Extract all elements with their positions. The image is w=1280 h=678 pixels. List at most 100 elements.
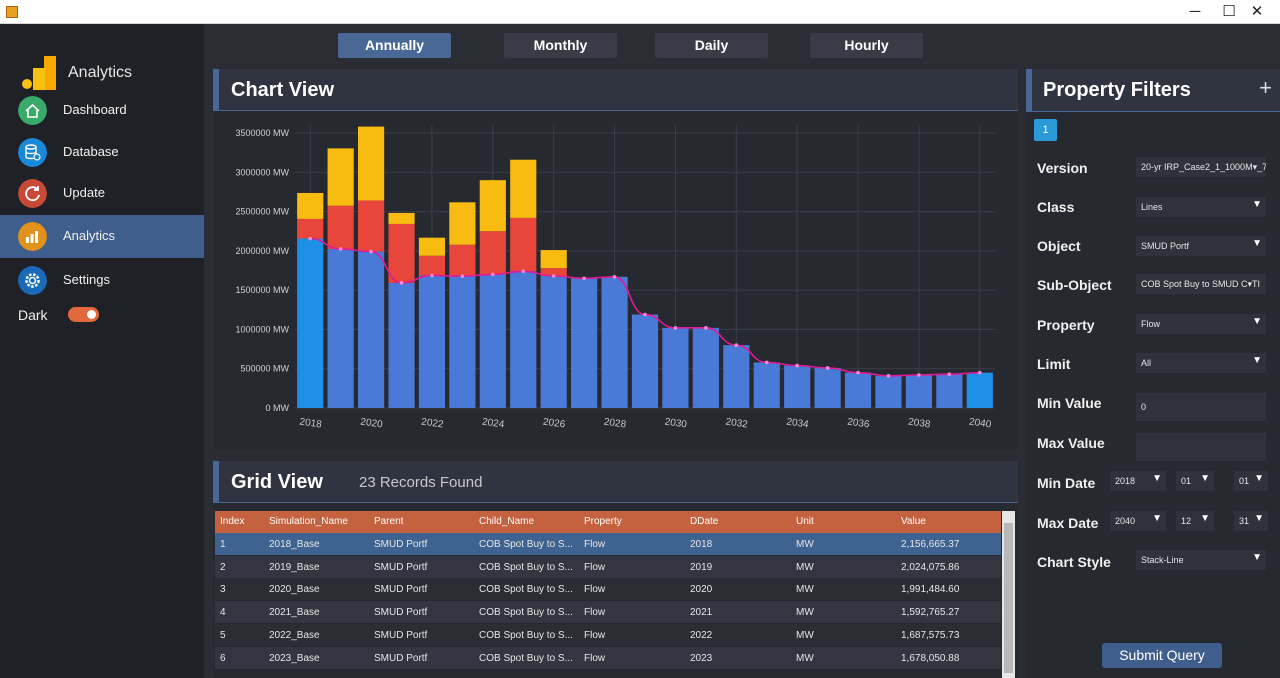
- subobject-select[interactable]: COB Spot Buy to SMUD C▾TI: [1136, 274, 1266, 294]
- property-select[interactable]: Flow ▼: [1136, 314, 1266, 334]
- x-tick-label: 2038: [907, 417, 931, 431]
- line-point: [551, 274, 556, 278]
- table-row[interactable]: 4 2021_Base SMUD Portf COB Spot Buy to S...…: [215, 601, 1001, 624]
- bar-segment: [479, 180, 506, 232]
- bar-segment: [571, 278, 598, 408]
- window-titlebar: ─ ☐ ✕: [0, 0, 1280, 24]
- max-date-day: 31: [1239, 516, 1250, 526]
- table-cell: COB Spot Buy to S...: [479, 652, 573, 664]
- sidebar-item-analytics[interactable]: Analytics: [0, 215, 204, 258]
- table-row[interactable]: 2 2019_Base SMUD Portf COB Spot Buy to S...…: [215, 555, 1001, 578]
- gear-icon: [18, 266, 47, 295]
- max-date-day-select[interactable]: 31 ▼: [1234, 511, 1268, 531]
- line-point: [886, 373, 891, 378]
- chart-panel-title: Chart View: [231, 79, 334, 101]
- sidebar-item-label: Dashboard: [63, 102, 127, 117]
- table-row[interactable]: 1 2018_Base SMUD Portf COB Spot Buy to S...…: [215, 533, 1001, 555]
- tab-hourly[interactable]: Hourly: [810, 33, 923, 58]
- min-value-text: 0: [1141, 402, 1147, 412]
- table-cell: SMUD Portf: [374, 539, 428, 550]
- table-row[interactable]: 6 2023_Base SMUD Portf COB Spot Buy to S...…: [215, 646, 1001, 669]
- bar-segment: [479, 274, 506, 408]
- x-tick-label: 2020: [360, 417, 384, 431]
- sidebar-item-label: Settings: [63, 272, 110, 287]
- table-row[interactable]: 3 2020_Base SMUD Portf COB Spot Buy to S...…: [215, 578, 1001, 601]
- line-point: [399, 281, 404, 285]
- bar-segment: [540, 250, 567, 269]
- bar-segment: [510, 217, 537, 272]
- limit-select[interactable]: All ▼: [1136, 353, 1266, 373]
- table-cell: MW: [796, 561, 814, 573]
- grid-scrollbar[interactable]: [1002, 511, 1015, 678]
- bar-segment: [327, 205, 354, 249]
- column-header[interactable]: Value: [901, 516, 926, 527]
- x-tick-label: 2022: [421, 417, 445, 431]
- sidebar-item-label: Database: [63, 144, 119, 159]
- min-date-label: Min Date: [1037, 475, 1096, 491]
- min-date-year-select[interactable]: 2018 ▼: [1110, 471, 1166, 491]
- object-select[interactable]: SMUD Portf ▼: [1136, 236, 1266, 256]
- chevron-down-icon: ▼: [1252, 199, 1262, 210]
- y-tick-label: 2500000 MW: [235, 207, 289, 217]
- bar-segment: [449, 202, 476, 245]
- submit-query-button[interactable]: Submit Query: [1102, 643, 1222, 668]
- min-value-input[interactable]: 0: [1136, 393, 1266, 421]
- version-select[interactable]: 20-yr IRP_Case2_1_1000M▾_7: [1136, 157, 1266, 177]
- chart-panel: Chart View 0 MW 500000 MW 1000000 MW 150000…: [213, 69, 1018, 450]
- tab-monthly[interactable]: Monthly: [504, 33, 617, 58]
- line-point: [521, 269, 526, 274]
- bar-segment: [479, 231, 506, 275]
- sidebar-item-settings[interactable]: Settings: [0, 259, 204, 301]
- tab-annually[interactable]: Annually: [338, 33, 451, 58]
- table-cell: SMUD Portf: [374, 561, 428, 573]
- table-cell: 2,156,665.37: [901, 539, 960, 550]
- max-date-month-select[interactable]: 12 ▼: [1176, 511, 1214, 531]
- x-tick-label: 2018: [299, 417, 323, 431]
- column-header[interactable]: Index: [220, 516, 244, 527]
- sidebar-item-dashboard[interactable]: Dashboard: [0, 89, 204, 131]
- x-tick-label: 2034: [786, 417, 810, 431]
- table-cell: 2023_Base: [269, 652, 320, 664]
- line-point: [977, 370, 982, 375]
- bar-segment: [327, 148, 354, 206]
- tab-daily[interactable]: Daily: [655, 33, 768, 58]
- bar-segment: [540, 276, 567, 408]
- column-header[interactable]: Parent: [374, 516, 403, 527]
- line-point: [308, 236, 313, 241]
- version-value: 20-yr IRP_Case2_1_1000M▾_7: [1141, 162, 1266, 172]
- table-row[interactable]: 5 2022_Base SMUD Portf COB Spot Buy to S...…: [215, 623, 1001, 646]
- column-header[interactable]: Child_Name: [479, 516, 534, 527]
- max-date-year-select[interactable]: 2040 ▼: [1110, 511, 1166, 531]
- column-header[interactable]: DDate: [690, 516, 718, 527]
- column-header[interactable]: Property: [584, 516, 622, 527]
- class-select[interactable]: Lines ▼: [1136, 197, 1266, 217]
- close-button[interactable]: ✕: [1234, 0, 1280, 24]
- sidebar-item-update[interactable]: Update: [0, 172, 204, 214]
- table-cell: 1,678,050.88: [901, 652, 960, 664]
- table-cell: 2018_Base: [269, 539, 320, 550]
- chart-style-value: Stack-Line: [1141, 555, 1184, 565]
- sidebar: Analytics Dashboard Database Update Anal…: [0, 24, 204, 678]
- min-date-day: 01: [1239, 476, 1250, 486]
- max-date-year: 2040: [1115, 516, 1136, 526]
- add-filter-button[interactable]: +: [1259, 75, 1272, 101]
- chevron-down-icon: ▼: [1252, 316, 1262, 327]
- bar-segment: [358, 200, 385, 252]
- min-date-month-select[interactable]: 01 ▼: [1176, 471, 1214, 491]
- filter-tab-badge[interactable]: 1: [1034, 119, 1057, 141]
- table-cell: Flow: [584, 584, 606, 596]
- grid-panel: Grid View 23 Records Found Index Simulat…: [213, 461, 1018, 678]
- bar-segment: [510, 271, 537, 408]
- chart-style-select[interactable]: Stack-Line ▼: [1136, 550, 1266, 570]
- bar-segment: [662, 327, 689, 408]
- scrollbar-thumb[interactable]: [1004, 523, 1013, 673]
- sidebar-item-database[interactable]: Database: [0, 131, 204, 173]
- chevron-down-icon: ▼: [1252, 238, 1262, 249]
- column-header[interactable]: Simulation_Name: [269, 516, 348, 527]
- min-date-day-select[interactable]: 01 ▼: [1234, 471, 1268, 491]
- max-value-input[interactable]: [1136, 433, 1266, 461]
- table-cell: 1: [220, 539, 226, 550]
- bar-segment: [844, 372, 872, 408]
- dark-mode-toggle[interactable]: [68, 307, 99, 322]
- column-header[interactable]: Unit: [796, 516, 814, 527]
